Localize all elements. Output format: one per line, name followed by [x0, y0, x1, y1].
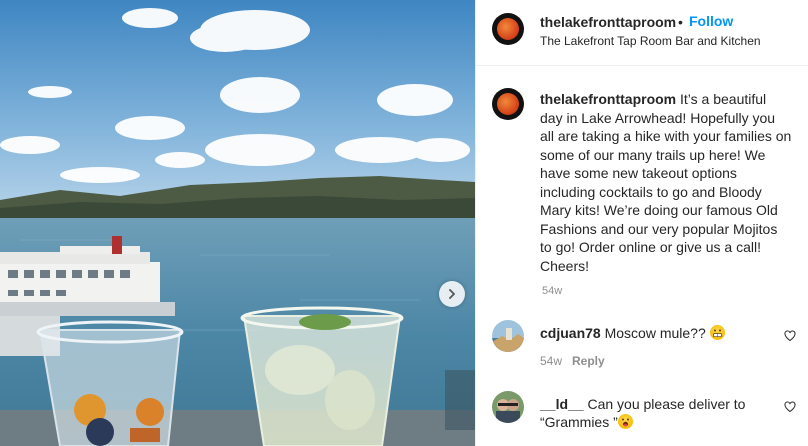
comment-username-link[interactable]: __ld__ — [540, 396, 584, 412]
comment-username-link[interactable]: cdjuan78 — [540, 325, 601, 341]
comment-text: cdjuan78 Moscow mule?? — [540, 324, 760, 342]
avatar[interactable] — [492, 13, 524, 45]
caption-username-link[interactable]: thelakefronttaproom — [540, 91, 676, 107]
comment-body: Moscow mule?? — [600, 325, 710, 341]
follow-button[interactable]: Follow — [689, 13, 733, 29]
avatar[interactable] — [492, 320, 524, 352]
post-header: thelakefronttaproom • Follow The Lakefro… — [476, 0, 808, 66]
peach-logo-icon — [497, 18, 519, 40]
grimacing-face-icon — [709, 325, 725, 340]
post-panel: thelakefronttaproom • Follow The Lakefro… — [475, 0, 808, 446]
tongue-face-icon — [621, 418, 629, 427]
heart-icon[interactable] — [784, 330, 796, 342]
comment-timestamp[interactable]: 54w — [540, 354, 562, 368]
chevron-right-icon — [449, 289, 455, 299]
reply-button[interactable]: Reply — [572, 354, 605, 368]
comment-meta: 54w Reply — [540, 354, 605, 368]
avatar[interactable] — [492, 391, 524, 423]
peach-logo-icon — [497, 93, 519, 115]
comment-text: __ld__ Can you please deliver to “Grammi… — [540, 395, 750, 431]
grimace-mouth-icon — [712, 329, 722, 338]
next-photo-button[interactable] — [439, 281, 465, 307]
caption-timestamp[interactable]: 54w — [542, 285, 562, 297]
caption-text: thelakefronttaproom It’s a beautiful day… — [540, 90, 792, 275]
caption-body: It’s a beautiful day in Lake Arrowhead! … — [540, 91, 792, 274]
location-link[interactable]: The Lakefront Tap Room Bar and Kitchen — [540, 34, 761, 48]
face-with-tongue-icon — [617, 414, 633, 429]
heart-icon[interactable] — [784, 401, 796, 413]
post-photo — [0, 0, 475, 446]
lake-photo-icon — [0, 0, 475, 446]
user-avatar-icon — [492, 320, 524, 352]
user-avatar-icon — [492, 391, 524, 423]
separator-dot: • — [678, 14, 683, 30]
avatar[interactable] — [492, 88, 524, 120]
header-username-link[interactable]: thelakefronttaproom — [540, 14, 676, 30]
